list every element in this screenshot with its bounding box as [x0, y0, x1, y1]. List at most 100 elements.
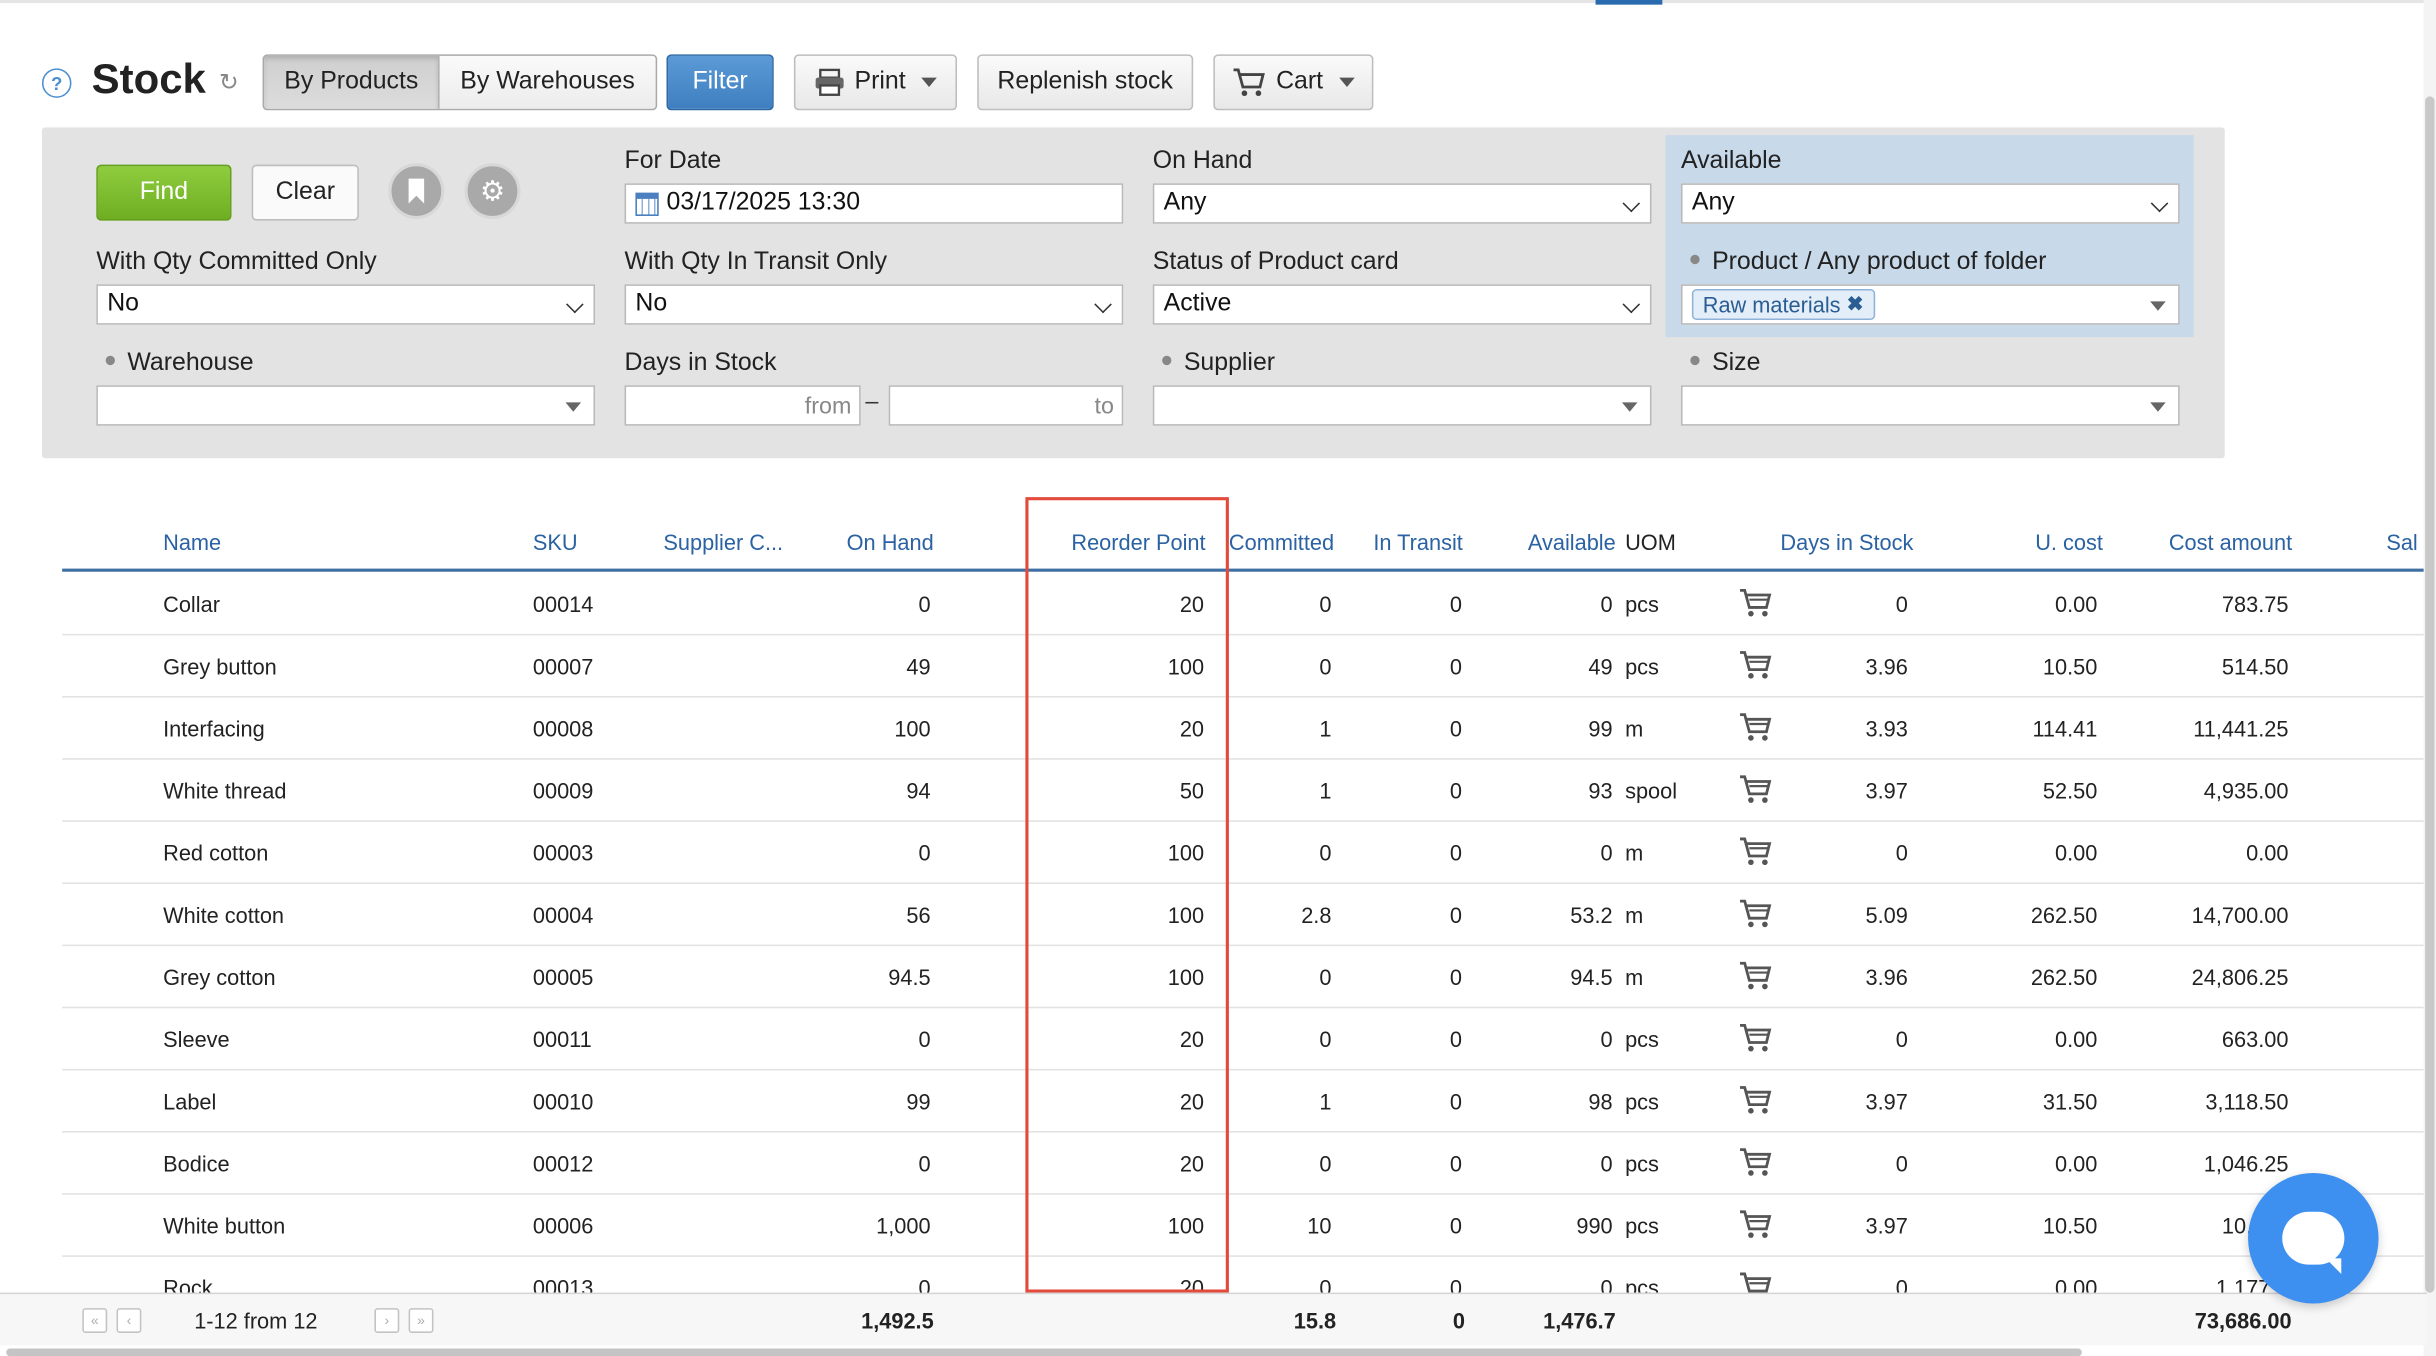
cell-days: 0 — [1895, 591, 1908, 617]
vertical-scrollbar[interactable] — [2423, 0, 2436, 1356]
chat-widget-button[interactable] — [2248, 1172, 2379, 1304]
clear-button[interactable]: Clear — [251, 164, 359, 221]
remove-tag-icon[interactable]: ✖ — [1847, 292, 1864, 317]
supplier-select[interactable] — [1152, 385, 1652, 426]
cell-cost: 24,806.25 — [2191, 964, 2289, 990]
add-to-cart-icon[interactable] — [1738, 1022, 1772, 1053]
refresh-icon[interactable]: ↻ — [219, 71, 244, 96]
qty-committed-label: With Qty Committed Only — [96, 248, 377, 275]
tab-by-warehouses[interactable]: By Warehouses — [440, 55, 656, 109]
add-to-cart-icon[interactable] — [1738, 649, 1772, 680]
col-supplier-code[interactable]: Supplier C... — [663, 530, 783, 555]
add-to-cart-icon[interactable] — [1738, 1084, 1772, 1115]
table-row[interactable]: Red cotton 00003 0 100 0 0 0 m 0 0.00 0.00 — [62, 822, 2424, 884]
table-row[interactable]: Grey button 00007 49 100 0 0 49 pcs 3.96 10.50 514… — [62, 635, 2424, 698]
add-to-cart-icon[interactable] — [1738, 774, 1772, 805]
cell-transit: 0 — [1449, 840, 1462, 866]
for-date-input[interactable]: 03/17/2025 13:30 — [624, 183, 1124, 224]
add-to-cart-icon[interactable] — [1738, 960, 1772, 991]
table-row[interactable]: Collar 00014 0 20 0 0 0 pcs 0 0.00 783.75 — [62, 573, 2424, 636]
col-available[interactable]: Available — [1528, 530, 1616, 555]
cell-ucost: 0.00 — [2055, 840, 2098, 866]
cell-name: White cotton — [163, 902, 285, 928]
cell-reorder: 20 — [1179, 1151, 1205, 1177]
col-unit-cost[interactable]: U. cost — [2035, 530, 2103, 555]
filter-button[interactable]: Filter — [666, 54, 774, 111]
prev-page-button[interactable]: ‹ — [116, 1308, 142, 1333]
help-icon[interactable]: ? — [41, 68, 72, 98]
replenish-stock-button[interactable]: Replenish stock — [977, 54, 1194, 111]
cell-ucost: 31.50 — [2042, 1089, 2098, 1114]
product-folder-label: Product / Any product of folder — [1681, 249, 2046, 277]
bullet-dot — [1162, 356, 1172, 366]
cell-cost: 514.50 — [2221, 654, 2289, 679]
col-sales[interactable]: Sal — [2386, 530, 2417, 555]
cell-committed: 0 — [1319, 964, 1332, 990]
col-in-transit[interactable]: In Transit — [1373, 530, 1462, 555]
add-to-cart-icon[interactable] — [1738, 1209, 1772, 1240]
table-row[interactable]: Interfacing 00008 100 20 1 0 99 m 3.93 114.41 11,4… — [62, 698, 2424, 760]
horizontal-scrollbar[interactable] — [6, 1348, 2082, 1356]
bookmark-button[interactable] — [388, 163, 445, 220]
total-in-transit: 0 — [1452, 1308, 1466, 1333]
add-to-cart-icon[interactable] — [1738, 1147, 1772, 1178]
caret-down-icon — [2150, 301, 2166, 311]
add-to-cart-icon[interactable] — [1738, 712, 1772, 743]
table-row[interactable]: Bodice 00012 0 20 0 0 0 pcs 0 0.00 1,046.25 — [62, 1133, 2424, 1195]
printer-icon — [815, 68, 844, 96]
add-to-cart-icon[interactable] — [1738, 587, 1772, 618]
settings-button[interactable]: ⚙ — [464, 163, 521, 220]
product-folder-label-text: Product / Any product of folder — [1712, 248, 2047, 275]
table-row[interactable]: Grey cotton 00005 94.5 100 0 0 94.5 m 3.96 262.50… — [62, 946, 2424, 1009]
cell-ucost: 0.00 — [2055, 591, 2098, 617]
col-reorder-point[interactable]: Reorder Point — [1071, 530, 1205, 555]
cell-uom: pcs — [1625, 1213, 1659, 1239]
cell-transit: 0 — [1449, 1026, 1462, 1052]
size-select[interactable] — [1680, 385, 2180, 426]
bookmark-icon — [408, 178, 425, 204]
cell-transit: 0 — [1449, 964, 1462, 990]
cell-days: 3.93 — [1865, 716, 1908, 742]
product-folder-select[interactable]: Raw materials ✖ — [1680, 284, 2180, 325]
cell-days: 3.97 — [1865, 1089, 1908, 1114]
cell-sku: 00010 — [532, 1089, 594, 1114]
col-days-in-stock[interactable]: Days in Stock — [1780, 530, 1913, 555]
on-hand-select[interactable]: Any — [1152, 183, 1652, 224]
raw-materials-tag[interactable]: Raw materials ✖ — [1691, 288, 1875, 321]
cart-button[interactable]: Cart — [1213, 54, 1374, 111]
add-to-cart-icon[interactable] — [1738, 836, 1772, 867]
first-page-button[interactable]: « — [82, 1308, 108, 1333]
table-row[interactable]: White thread 00009 94 50 1 0 93 spool 3.97 52.50 4… — [62, 760, 2424, 822]
col-uom[interactable]: UOM — [1625, 530, 1676, 555]
qty-committed-select[interactable]: No — [96, 284, 596, 325]
last-page-button[interactable]: » — [408, 1308, 434, 1333]
col-cost-amount[interactable]: Cost amount — [2169, 530, 2292, 555]
col-committed[interactable]: Committed — [1229, 530, 1334, 555]
col-name[interactable]: Name — [163, 530, 221, 555]
find-button[interactable]: Find — [96, 164, 232, 221]
warehouse-label-text: Warehouse — [127, 349, 254, 376]
days-to-input[interactable]: to — [888, 385, 1124, 426]
add-to-cart-icon[interactable] — [1738, 898, 1772, 929]
table-row[interactable]: White button 00006 1,000 100 10 0 990 pcs 3.97 10… — [62, 1195, 2424, 1257]
cell-reorder: 20 — [1179, 1089, 1205, 1114]
warehouse-select[interactable] — [96, 385, 596, 426]
table-row[interactable]: Label 00010 99 20 1 0 98 pcs 3.97 31.50 3,118.50 — [62, 1070, 2424, 1133]
cell-committed: 0 — [1319, 1026, 1332, 1052]
col-sku[interactable]: SKU — [533, 530, 578, 555]
col-on-hand[interactable]: On Hand — [847, 530, 934, 555]
table-row[interactable]: Sleeve 00011 0 20 0 0 0 pcs 0 0.00 663.00 — [62, 1008, 2424, 1071]
product-status-select[interactable]: Active — [1152, 284, 1652, 325]
calendar-icon[interactable] — [635, 191, 659, 216]
cell-uom: m — [1625, 716, 1644, 742]
print-button[interactable]: Print — [793, 54, 958, 111]
cell-reorder: 20 — [1179, 1026, 1205, 1052]
available-select[interactable]: Any — [1680, 183, 2180, 224]
days-from-input[interactable]: from — [624, 385, 861, 426]
qty-transit-select[interactable]: No — [624, 284, 1124, 325]
range-dash: – — [865, 388, 879, 415]
tab-by-products[interactable]: By Products — [264, 55, 441, 109]
next-page-button[interactable]: › — [374, 1308, 400, 1333]
scrollbar-thumb[interactable] — [2425, 96, 2435, 1293]
table-row[interactable]: White cotton 00004 56 100 2.8 0 53.2 m 5.09 262.5… — [62, 884, 2424, 947]
